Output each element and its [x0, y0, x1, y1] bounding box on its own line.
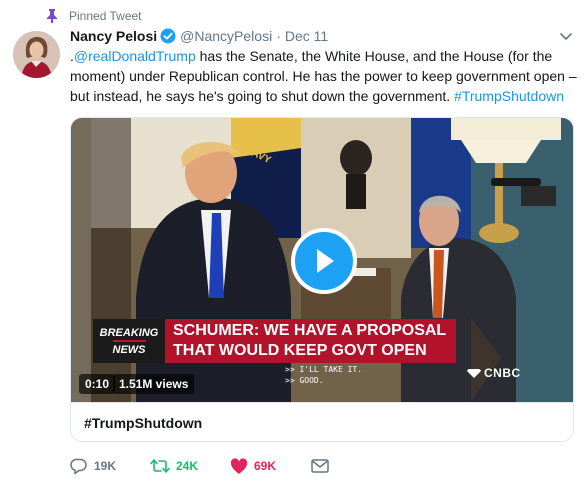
headline-line-2: THAT WOULD KEEP GOVT OPEN [173, 342, 427, 359]
breaking-news-logo: BREAKING NEWS [93, 319, 165, 363]
verified-badge-icon [160, 28, 176, 44]
card-title[interactable]: #TrumpShutdown [71, 402, 573, 441]
breaking-label: BREAKING [99, 326, 159, 339]
retweet-button[interactable]: 24K [150, 457, 230, 475]
pin-icon [44, 8, 60, 24]
retweet-icon [150, 457, 170, 475]
pinned-label: Pinned Tweet [69, 9, 142, 23]
media-card[interactable]: S NAVY BREAKING NEWS SCHUMER: WE HAVE A … [70, 117, 574, 442]
direct-message-button[interactable] [311, 459, 329, 473]
envelope-icon [311, 459, 329, 473]
video-view-count: 1.51M views [113, 374, 195, 394]
tweet-header: Nancy Pelosi @NancyPelosi · Dec 11 [70, 27, 328, 45]
like-count: 69K [254, 459, 277, 473]
caption-line-1: >> I'LL TAKE IT. [285, 365, 363, 374]
tweet-date[interactable]: Dec 11 [285, 28, 328, 44]
retweet-count: 24K [176, 459, 199, 473]
network-logo: CNBC [467, 366, 521, 381]
network-name: CNBC [484, 366, 521, 380]
caption-text: >> I'LL TAKE IT. >> GOOD. [285, 364, 362, 386]
headline-line-1: SCHUMER: WE HAVE A PROPOSAL [173, 322, 447, 339]
author-handle[interactable]: @NancyPelosi [180, 28, 272, 44]
hashtag-link[interactable]: #TrumpShutdown [454, 88, 564, 104]
chevron-down-icon[interactable] [559, 30, 573, 44]
caption-line-2: >> GOOD. [285, 376, 324, 385]
tweet-actions: 19K 24K 69K [70, 456, 329, 476]
avatar[interactable] [13, 31, 60, 78]
reply-icon [70, 457, 88, 475]
play-icon [312, 247, 336, 275]
tweet-text: .@realDonaldTrump has the Senate, the Wh… [70, 46, 580, 106]
news-label: NEWS [112, 339, 146, 357]
like-button[interactable]: 69K [230, 457, 311, 475]
peacock-icon [467, 367, 481, 381]
news-chyron: BREAKING NEWS SCHUMER: WE HAVE A PROPOSA… [93, 319, 457, 363]
video-duration: 0:10 [79, 374, 116, 394]
play-button[interactable] [291, 228, 357, 294]
chyron-headline: SCHUMER: WE HAVE A PROPOSAL THAT WOULD K… [165, 319, 457, 363]
reply-count: 19K [94, 459, 117, 473]
header-separator: · [276, 28, 281, 44]
mention-link[interactable]: @realDonaldTrump [74, 48, 196, 64]
video-player[interactable]: S NAVY BREAKING NEWS SCHUMER: WE HAVE A … [71, 118, 573, 402]
heart-icon [230, 457, 248, 475]
pinned-tweet-indicator: Pinned Tweet [44, 8, 142, 24]
author-display-name[interactable]: Nancy Pelosi [70, 28, 157, 44]
reply-button[interactable]: 19K [70, 457, 150, 475]
